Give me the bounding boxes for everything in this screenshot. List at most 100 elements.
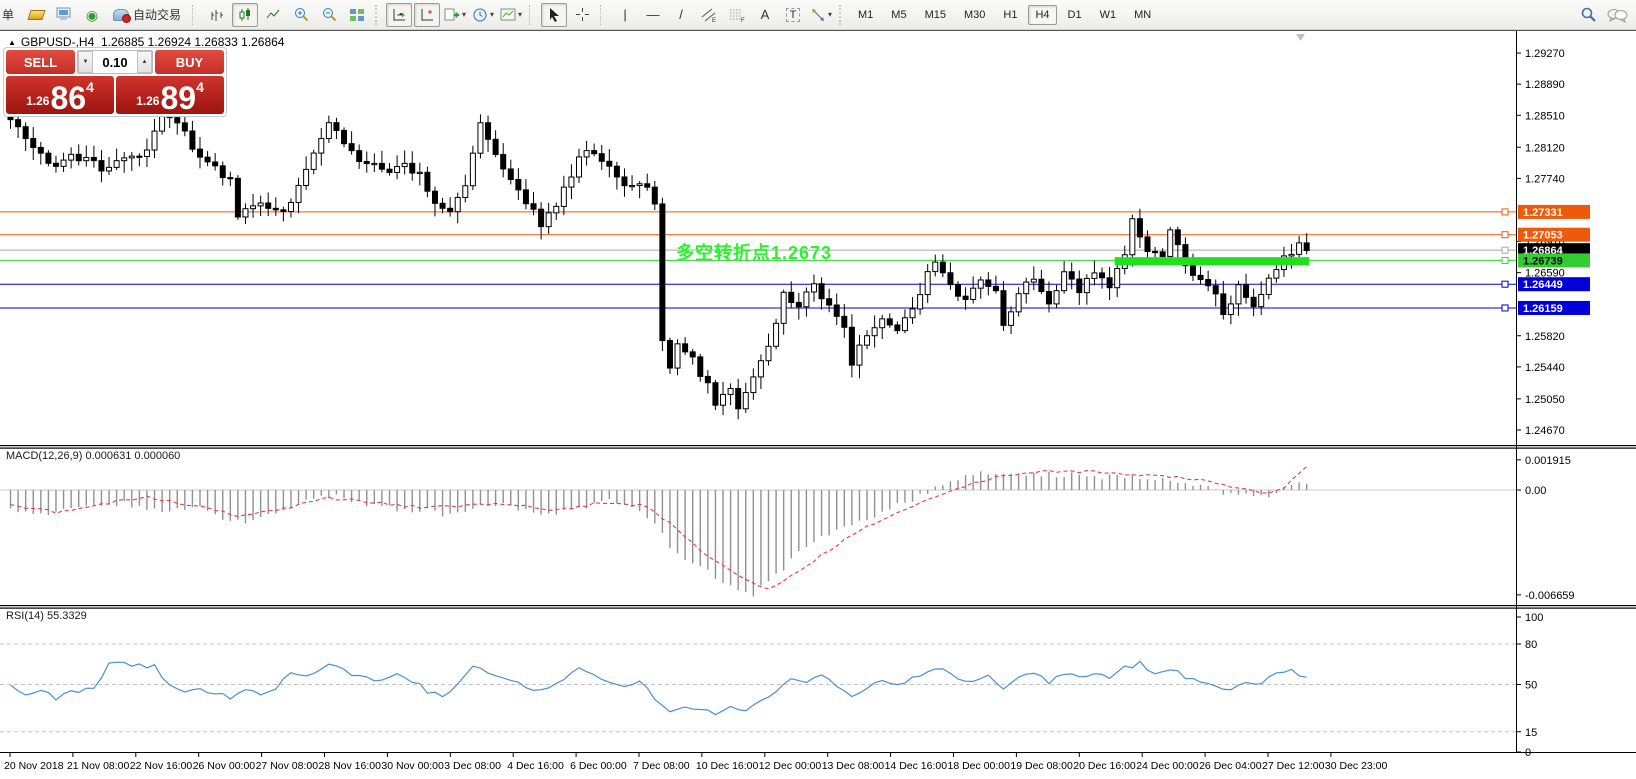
expert-advisor-icon [113, 9, 129, 21]
candle-body [1213, 286, 1218, 294]
equidistant-channel-tool-button[interactable]: E [696, 3, 722, 27]
candle-body [76, 154, 81, 160]
periods-button[interactable]: ▾ [470, 3, 496, 27]
tile-windows-button[interactable] [344, 3, 370, 27]
sell-button[interactable]: SELL [6, 50, 75, 74]
candle-body [1266, 278, 1271, 294]
sell-price-button[interactable]: 1.26864 [6, 76, 114, 114]
candle-body [705, 376, 710, 382]
candle-body [205, 157, 210, 162]
chart-shift-button[interactable] [414, 3, 440, 27]
text-tool-button[interactable]: A [752, 3, 778, 27]
line-chart-button[interactable] [260, 3, 286, 27]
vertical-line-tool-button[interactable]: | [612, 3, 638, 27]
new-order-button[interactable]: 单 [1, 3, 21, 27]
auto-scroll-button[interactable] [386, 3, 412, 27]
date-label: 28 Nov 16:00 [319, 760, 382, 772]
candle-body [1297, 243, 1302, 254]
arrows-tool-button[interactable]: ▾ [808, 3, 834, 27]
signals-button[interactable]: ◉ [79, 3, 105, 27]
cursor-tool-button[interactable] [541, 3, 567, 27]
candle-body [296, 185, 301, 202]
volume-increase-button[interactable]: ▲ [137, 51, 152, 73]
rsi-scale-label: 50 [1525, 680, 1537, 692]
candle-body [501, 155, 506, 169]
macd-label: MACD(12,26,9) 0.000631 0.000060 [6, 450, 180, 462]
date-label: 24 Dec 00:00 [1136, 760, 1199, 772]
candle-body [630, 186, 635, 187]
candle-body [493, 139, 498, 154]
timeframe-m5[interactable]: M5 [884, 5, 913, 25]
price-badge-label: 1.27331 [1523, 207, 1563, 219]
timeframe-h1[interactable]: H1 [996, 5, 1024, 25]
candle-body [811, 284, 816, 292]
line-handle [1502, 257, 1508, 263]
timeframe-m15[interactable]: M15 [918, 5, 953, 25]
candlestick-chart-button[interactable] [232, 3, 258, 27]
candle-body [948, 273, 953, 285]
chart-canvas[interactable]: 1.292701.288901.285101.281201.277401.269… [0, 0, 1636, 779]
timeframe-d1[interactable]: D1 [1061, 5, 1089, 25]
templates-button[interactable]: ▾ [498, 3, 524, 27]
candle-body [728, 388, 733, 394]
search-icon[interactable] [1580, 6, 1597, 23]
timeframe-mn[interactable]: MN [1127, 5, 1158, 25]
timeframe-h4[interactable]: H4 [1028, 5, 1056, 25]
fibonacci-tool-button[interactable]: F [724, 3, 750, 27]
macd-scale-label: 0.00 [1525, 485, 1546, 497]
candle-body [1259, 294, 1264, 306]
candle-body [311, 153, 316, 169]
signal-icon: ◉ [86, 8, 98, 22]
candle-body [971, 288, 976, 299]
equidistant-channel-icon: E [700, 7, 718, 23]
candle-body [273, 208, 278, 210]
label-tool-button[interactable]: T [780, 3, 806, 27]
candle-body [1092, 273, 1097, 279]
auto-trading-label: 自动交易 [133, 6, 181, 23]
chart-shift-icon [419, 7, 435, 23]
candle-body [99, 161, 104, 171]
collapse-arrow-icon[interactable]: ▲ [8, 38, 16, 47]
chat-icon[interactable] [1607, 7, 1628, 23]
candle-body [827, 299, 832, 305]
price-tick-label: 1.29270 [1525, 48, 1565, 60]
indicators-button[interactable]: ▾ [442, 3, 468, 27]
zoom-out-button[interactable] [316, 3, 342, 27]
candle-body [1031, 279, 1036, 282]
terminal-button[interactable] [51, 3, 77, 27]
candle-body [23, 127, 28, 139]
trendline-tool-button[interactable]: / [668, 3, 694, 27]
candle-body [607, 161, 612, 166]
date-label: 6 Dec 00:00 [570, 760, 627, 772]
candle-body [569, 177, 574, 187]
chart-profile-button[interactable] [23, 3, 49, 27]
zoom-in-button[interactable] [288, 3, 314, 27]
timeframe-m1[interactable]: M1 [851, 5, 880, 25]
volume-value[interactable]: 0.10 [93, 51, 137, 73]
buy-price-button[interactable]: 1.26894 [116, 76, 224, 114]
toolbar-grip [839, 5, 845, 25]
crosshair-tool-button[interactable] [569, 3, 595, 27]
timeframe-m30[interactable]: M30 [957, 5, 992, 25]
horizontal-line-tool-button[interactable]: — [640, 3, 666, 27]
sell-price-pip: 4 [86, 79, 94, 95]
candle-body [1221, 294, 1226, 315]
panel-separator [0, 752, 1636, 753]
volume-decrease-button[interactable]: ▼ [78, 51, 93, 73]
candle-body [455, 197, 460, 211]
panel-separator [0, 445, 1636, 446]
line-handle [1502, 209, 1508, 215]
candle-body [834, 305, 839, 316]
candle-body [592, 151, 597, 154]
candle-body [258, 203, 263, 206]
candle-body [1009, 312, 1014, 326]
timeframe-w1[interactable]: W1 [1093, 5, 1124, 25]
bar-chart-button[interactable] [204, 3, 230, 27]
candle-body [1274, 270, 1279, 279]
pivot-annotation[interactable]: 多空转折点1.2673 [676, 239, 832, 265]
buy-button[interactable]: BUY [155, 50, 224, 74]
auto-trading-button[interactable]: 自动交易 [107, 3, 187, 27]
candle-body [129, 156, 134, 158]
candle-body [31, 139, 36, 148]
candle-body [1069, 272, 1074, 279]
